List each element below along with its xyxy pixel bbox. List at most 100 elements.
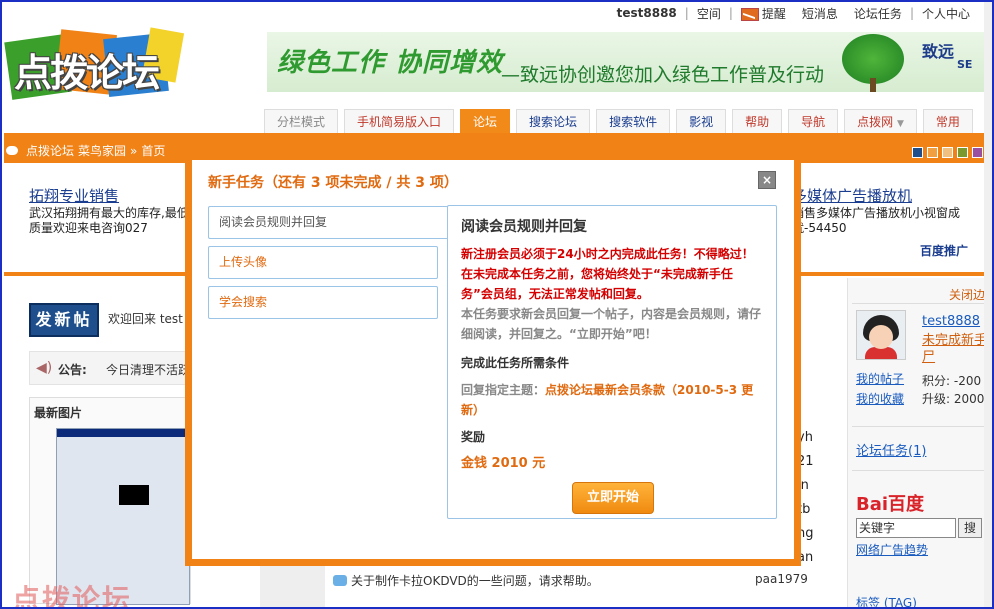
- latest-images-title: 最新图片: [34, 406, 83, 420]
- dialog-body: 新手任务（还有 3 项未完成 / 共 3 项） × 阅读会员规则并回复 上传头像…: [192, 160, 794, 559]
- tree-icon: [842, 34, 904, 84]
- logo-text: 点拨论坛: [14, 51, 160, 95]
- crumb-home[interactable]: 点拨论坛: [26, 142, 74, 159]
- user-toolbar: test8888 | 空间 | 提醒 短消息 论坛任务 | 个人中心: [609, 4, 978, 22]
- messages-link[interactable]: 短消息: [802, 5, 838, 22]
- tab-dianbo-label: 点拨网: [857, 115, 894, 129]
- personal-center-link[interactable]: 个人中心: [922, 5, 970, 22]
- watermark-text: 点拨论坛: [12, 583, 133, 609]
- mail-icon: [740, 7, 759, 21]
- thread-author[interactable]: paa1979: [755, 572, 808, 586]
- thread-row[interactable]: 关于制作卡拉OKDVD的一些问题，请求帮助。 paa1979: [333, 572, 808, 589]
- tab-search-software[interactable]: 搜索软件: [596, 109, 671, 134]
- points-stat: 积分: -200: [922, 374, 982, 388]
- style-switcher: [912, 147, 987, 158]
- divider: |: [909, 6, 914, 20]
- divider: [852, 470, 992, 471]
- avatar[interactable]: [856, 310, 906, 360]
- tab-forum[interactable]: 论坛: [460, 109, 511, 134]
- banner-brand-sub: SE: [957, 58, 973, 71]
- site-logo[interactable]: 点拨论坛: [4, 27, 185, 106]
- top-banner-ad[interactable]: 绿色工作 协同增效 —致远协创邀您加入绿色工作普及行动 致远 SE: [267, 32, 992, 92]
- user-group[interactable]: 未完成新手尸: [922, 332, 992, 366]
- task-tab-learn-search[interactable]: 学会搜索: [208, 286, 438, 319]
- swatch-2[interactable]: [927, 147, 938, 158]
- thumb-black-area: [119, 485, 149, 505]
- start-task-button[interactable]: 立即开始: [572, 482, 654, 514]
- sidebar-username[interactable]: test8888: [922, 314, 980, 329]
- swatch-3[interactable]: [942, 147, 953, 158]
- level-stat: 升级: 2000: [922, 392, 985, 406]
- close-sidebar-link[interactable]: 关闭边: [949, 286, 985, 303]
- task-heading: 阅读会员规则并回复: [461, 219, 587, 235]
- ad-right[interactable]: 多媒体广告播放机 销售多媒体广告播放机小视窗成就-54450: [792, 185, 992, 236]
- page-frame: test8888 | 空间 | 提醒 短消息 论坛任务 | 个人中心 点拨论坛 …: [0, 0, 994, 609]
- forum-tasks-link[interactable]: 论坛任务: [854, 5, 902, 22]
- tab-search-forum[interactable]: 搜索论坛: [516, 109, 591, 134]
- crumb-section[interactable]: 菜鸟家园: [78, 142, 126, 159]
- baidu-logo: Bai百度: [856, 494, 925, 515]
- reward-value: 金钱 2010 元: [461, 456, 546, 471]
- baidu-search-widget: Bai百度 关键字 搜 网络广告趋势: [856, 490, 986, 558]
- swatch-1[interactable]: [912, 147, 923, 158]
- divider: [852, 426, 992, 427]
- remind-label: 提醒: [761, 6, 786, 21]
- swatch-5[interactable]: [972, 147, 983, 158]
- username-link[interactable]: test8888: [617, 6, 677, 20]
- remind-link[interactable]: 提醒: [740, 5, 786, 22]
- tab-video[interactable]: 影视: [676, 109, 727, 134]
- tab-navigation[interactable]: 导航: [788, 109, 839, 134]
- swatch-4[interactable]: [957, 147, 968, 158]
- conditions-label: 完成此任务所需条件: [461, 356, 570, 370]
- reward-label: 奖励: [461, 430, 486, 444]
- my-favorites-link[interactable]: 我的收藏: [856, 390, 904, 407]
- space-link[interactable]: 空间: [697, 5, 721, 22]
- task-detail-panel: 阅读会员规则并回复 新注册会员必须于24小时之内完成此任务！不得略过！在未完成本…: [447, 205, 777, 519]
- breadcrumb: 点拨论坛 菜鸟家园 » 首页: [6, 142, 169, 159]
- main-nav: 分栏模式 手机简易版入口 论坛 搜索论坛 搜索软件 影视 帮助 导航 点拨网 ▼…: [264, 109, 979, 135]
- tab-dianbo[interactable]: 点拨网 ▼: [844, 109, 917, 134]
- task-tab-list: 阅读会员规则并回复 上传头像 学会搜索: [208, 206, 448, 326]
- task-warning: 新注册会员必须于24小时之内完成此任务！不得略过！在未完成本任务之前，您将始终处…: [461, 247, 754, 301]
- announcement-bar: ◀) 公告: 今日清理不活跃: [29, 351, 191, 385]
- divider: |: [728, 6, 733, 20]
- ad-left[interactable]: 拓翔专业销售 武汉拓翔拥有最大的库存,最低的质量欢迎来电咨询027: [29, 185, 204, 236]
- forum-tasks-link[interactable]: 论坛任务(1): [856, 440, 926, 459]
- banner-slogan: 绿色工作 协同增效: [277, 48, 504, 78]
- latest-images-box: 最新图片: [29, 397, 191, 605]
- task-description: 本任务要求新会员回复一个帖子，内容是会员规则，请仔细阅读，并回复之。“立即开始”…: [461, 307, 762, 341]
- my-posts-link[interactable]: 我的帖子: [856, 370, 904, 387]
- baidu-promo[interactable]: 百度推广: [920, 242, 968, 259]
- baidu-search-button[interactable]: 搜: [958, 518, 982, 538]
- thread-title[interactable]: 关于制作卡拉OKDVD的一些问题，请求帮助。: [351, 572, 599, 589]
- right-sidebar: 关闭边 test8888 未完成新手尸 我的帖子 我的收藏 积分: -200 升…: [847, 278, 992, 609]
- chevron-down-icon: ▼: [896, 119, 904, 129]
- baidu-search-input[interactable]: 关键字: [856, 518, 956, 538]
- tab-common[interactable]: 常用: [922, 109, 973, 134]
- page-scrollbar[interactable]: [984, 2, 992, 607]
- divider: |: [684, 6, 689, 20]
- crumb-current: 首页: [141, 144, 166, 158]
- announcement-label: 公告:: [58, 363, 87, 377]
- ad-left-desc: 武汉拓翔拥有最大的库存,最低的质量欢迎来电咨询027: [29, 206, 201, 235]
- chat-bubble-icon: [6, 146, 18, 155]
- tab-mobile[interactable]: 手机简易版入口: [344, 109, 455, 134]
- ad-right-title[interactable]: 多媒体广告播放机: [792, 185, 992, 206]
- tree-trunk: [870, 78, 876, 92]
- tag-heading: 标签 (TAG): [856, 596, 917, 609]
- close-icon[interactable]: ×: [758, 171, 776, 189]
- banner-brand: 致远: [922, 42, 955, 61]
- ad-trend-link[interactable]: 网络广告趋势: [856, 541, 986, 558]
- thumb-titlebar: [57, 429, 189, 437]
- tab-column-mode[interactable]: 分栏模式: [264, 109, 339, 134]
- ad-left-title[interactable]: 拓翔专业销售: [29, 185, 204, 206]
- newbie-task-dialog: 新手任务（还有 3 项未完成 / 共 3 项） × 阅读会员规则并回复 上传头像…: [185, 153, 801, 566]
- new-post-button[interactable]: 发新帖: [29, 303, 99, 337]
- divider: [852, 303, 992, 304]
- announcement-text[interactable]: 今日清理不活跃: [106, 361, 190, 378]
- task-tab-read-rules[interactable]: 阅读会员规则并回复: [208, 206, 448, 239]
- task-tab-upload-avatar[interactable]: 上传头像: [208, 246, 438, 279]
- avatar-face: [869, 325, 893, 349]
- banner-subline: —致远协创邀您加入绿色工作普及行动: [501, 64, 825, 86]
- tab-help[interactable]: 帮助: [732, 109, 783, 134]
